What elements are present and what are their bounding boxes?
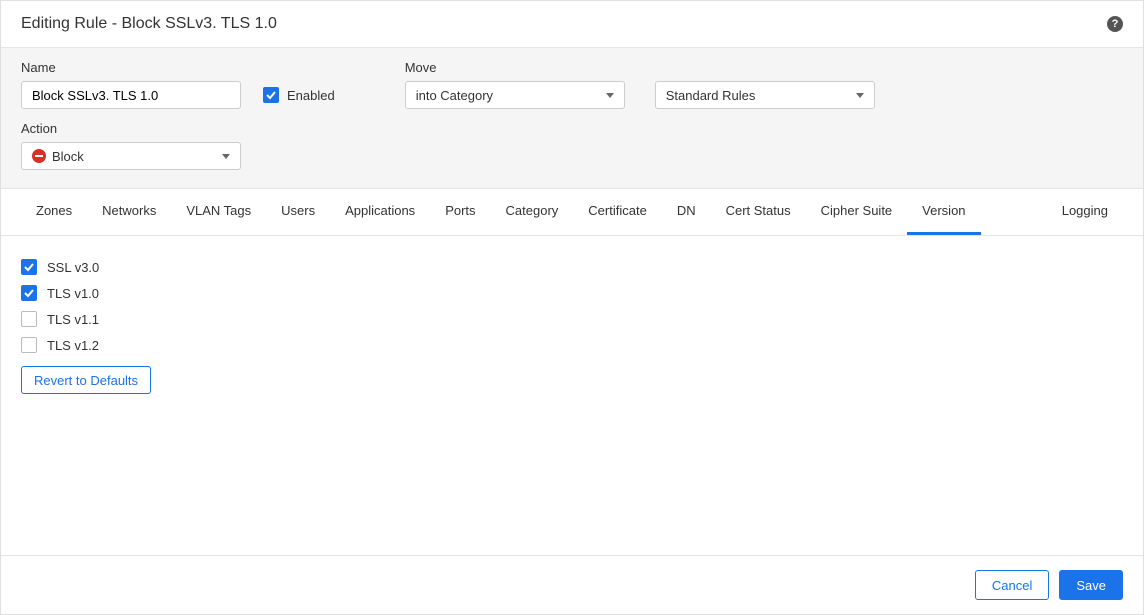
- rule-dialog: Editing Rule - Block SSLv3. TLS 1.0 ? Na…: [0, 0, 1144, 615]
- tab-dn[interactable]: DN: [662, 189, 711, 235]
- enabled-wrap: Enabled: [263, 81, 335, 109]
- version-checkbox[interactable]: [21, 259, 37, 275]
- std-select-value: Standard Rules: [666, 88, 756, 103]
- version-item: TLS v1.1: [21, 306, 1123, 332]
- enabled-checkbox[interactable]: [263, 87, 279, 103]
- help-icon[interactable]: ?: [1107, 16, 1123, 32]
- action-field-wrap: Action Block: [21, 121, 1123, 170]
- check-icon: [265, 89, 277, 101]
- enabled-label: Enabled: [287, 88, 335, 103]
- chevron-down-icon: [856, 93, 864, 98]
- version-checkbox[interactable]: [21, 311, 37, 327]
- form-area: Name Enabled Move into Category Stan: [1, 48, 1143, 189]
- version-checkbox[interactable]: [21, 285, 37, 301]
- std-field-wrap: Standard Rules: [655, 60, 875, 109]
- version-item: TLS v1.2: [21, 332, 1123, 358]
- tab-version[interactable]: Version: [907, 189, 980, 235]
- tab-category[interactable]: Category: [491, 189, 574, 235]
- block-icon: [32, 149, 46, 163]
- tab-vlan[interactable]: VLAN Tags: [171, 189, 266, 235]
- tab-ports[interactable]: Ports: [430, 189, 490, 235]
- version-label: SSL v3.0: [47, 260, 99, 275]
- action-label: Action: [21, 121, 1123, 136]
- name-input[interactable]: [21, 81, 241, 109]
- action-select-value: Block: [52, 149, 222, 164]
- version-label: TLS v1.0: [47, 286, 99, 301]
- tab-certstatus[interactable]: Cert Status: [711, 189, 806, 235]
- version-list: SSL v3.0 TLS v1.0 TLS v1.1 TLS v1.2: [21, 254, 1123, 358]
- version-item: SSL v3.0: [21, 254, 1123, 280]
- move-select-value: into Category: [416, 88, 493, 103]
- check-icon: [23, 287, 35, 299]
- cancel-button[interactable]: Cancel: [975, 570, 1049, 600]
- version-label: TLS v1.1: [47, 312, 99, 327]
- move-label: Move: [405, 60, 625, 75]
- tab-apps[interactable]: Applications: [330, 189, 430, 235]
- revert-button[interactable]: Revert to Defaults: [21, 366, 151, 394]
- tab-users[interactable]: Users: [266, 189, 330, 235]
- dialog-footer: Cancel Save: [1, 555, 1143, 614]
- tab-zones[interactable]: Zones: [21, 189, 87, 235]
- save-button[interactable]: Save: [1059, 570, 1123, 600]
- chevron-down-icon: [222, 154, 230, 159]
- tabs-bar: ZonesNetworksVLAN TagsUsersApplicationsP…: [1, 189, 1143, 236]
- tab-cert[interactable]: Certificate: [573, 189, 662, 235]
- name-label: Name: [21, 60, 241, 75]
- dialog-title: Editing Rule - Block SSLv3. TLS 1.0: [21, 15, 277, 33]
- dialog-header: Editing Rule - Block SSLv3. TLS 1.0 ?: [1, 1, 1143, 48]
- tab-content-version: SSL v3.0 TLS v1.0 TLS v1.1 TLS v1.2 Revert …: [1, 236, 1143, 555]
- move-select[interactable]: into Category: [405, 81, 625, 109]
- name-field-wrap: Name: [21, 60, 241, 109]
- chevron-down-icon: [606, 93, 614, 98]
- tab-cipher[interactable]: Cipher Suite: [806, 189, 908, 235]
- version-item: TLS v1.0: [21, 280, 1123, 306]
- version-checkbox[interactable]: [21, 337, 37, 353]
- action-select[interactable]: Block: [21, 142, 241, 170]
- tab-networks[interactable]: Networks: [87, 189, 171, 235]
- tab-logging[interactable]: Logging: [1047, 189, 1123, 235]
- move-field-wrap: Move into Category: [405, 60, 625, 109]
- check-icon: [23, 261, 35, 273]
- standard-rules-select[interactable]: Standard Rules: [655, 81, 875, 109]
- version-label: TLS v1.2: [47, 338, 99, 353]
